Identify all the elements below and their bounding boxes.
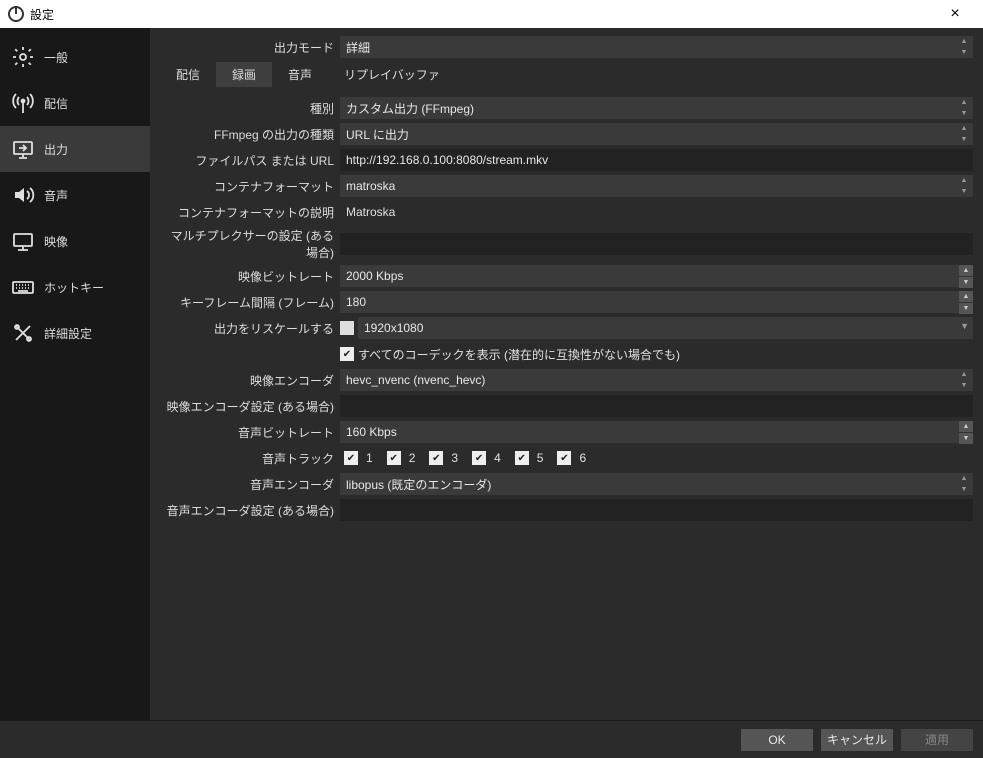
keyframe-label: キーフレーム間隔 (フレーム) bbox=[160, 294, 340, 311]
container-desc-value: Matroska bbox=[340, 203, 973, 221]
tools-icon bbox=[10, 320, 36, 346]
rescale-select[interactable]: 1920x1080▼ bbox=[358, 317, 973, 339]
abitrate-label: 音声ビットレート bbox=[160, 424, 340, 441]
track-1-checkbox[interactable]: ✔ bbox=[344, 451, 358, 465]
rescale-checkbox[interactable] bbox=[340, 321, 354, 335]
venc-select[interactable]: hevc_nvenc (nvenc_hevc)▲▼ bbox=[340, 369, 973, 391]
speaker-icon bbox=[10, 182, 36, 208]
chevron-updown-icon: ▲▼ bbox=[957, 369, 971, 391]
sidebar-item-label: 詳細設定 bbox=[44, 325, 92, 342]
gear-icon bbox=[10, 44, 36, 70]
mux-label: マルチプレクサーの設定 (ある場合) bbox=[160, 227, 340, 261]
chevron-updown-icon: ▲▼ bbox=[957, 175, 971, 197]
cancel-button[interactable]: キャンセル bbox=[821, 729, 893, 751]
track-2-checkbox[interactable]: ✔ bbox=[387, 451, 401, 465]
type-label: 種別 bbox=[160, 100, 340, 117]
sidebar-item-label: ホットキー bbox=[44, 279, 104, 296]
mux-input[interactable] bbox=[340, 233, 973, 255]
path-label: ファイルパス または URL bbox=[160, 152, 340, 169]
aenc-select[interactable]: libopus (既定のエンコーダ)▲▼ bbox=[340, 473, 973, 495]
tabs: 配信 録画 音声 リプレイバッファ bbox=[160, 62, 973, 87]
aenc-set-label: 音声エンコーダ設定 (ある場合) bbox=[160, 502, 340, 519]
ffmpeg-type-label: FFmpeg の出力の種類 bbox=[160, 126, 340, 143]
antenna-icon bbox=[10, 90, 36, 116]
venc-set-input[interactable] bbox=[340, 395, 973, 417]
stepper-icon[interactable]: ▲▼ bbox=[959, 421, 973, 443]
vbitrate-input[interactable]: 2000 Kbps▲▼ bbox=[340, 265, 973, 287]
sidebar-item-label: 出力 bbox=[44, 141, 68, 158]
chevron-updown-icon: ▲▼ bbox=[957, 123, 971, 145]
container-desc-label: コンテナフォーマットの説明 bbox=[160, 204, 340, 221]
keyboard-icon bbox=[10, 274, 36, 300]
container-select[interactable]: matroska▲▼ bbox=[340, 175, 973, 197]
monitor-icon bbox=[10, 228, 36, 254]
sidebar-item-video[interactable]: 映像 bbox=[0, 218, 150, 264]
keyframe-input[interactable]: 180▲▼ bbox=[340, 291, 973, 313]
chevron-updown-icon: ▲▼ bbox=[957, 97, 971, 119]
window-title: 設定 bbox=[30, 6, 54, 23]
vbitrate-label: 映像ビットレート bbox=[160, 268, 340, 285]
sidebar-item-general[interactable]: 一般 bbox=[0, 34, 150, 80]
ffmpeg-type-select[interactable]: URL に出力▲▼ bbox=[340, 123, 973, 145]
type-select[interactable]: カスタム出力 (FFmpeg)▲▼ bbox=[340, 97, 973, 119]
sidebar-item-stream[interactable]: 配信 bbox=[0, 80, 150, 126]
footer: OK キャンセル 適用 bbox=[0, 720, 983, 758]
chevron-down-icon: ▼ bbox=[960, 321, 969, 331]
sidebar-item-label: 配信 bbox=[44, 95, 68, 112]
stepper-icon[interactable]: ▲▼ bbox=[959, 291, 973, 313]
track-6-checkbox[interactable]: ✔ bbox=[557, 451, 571, 465]
abitrate-input[interactable]: 160 Kbps▲▼ bbox=[340, 421, 973, 443]
venc-set-label: 映像エンコーダ設定 (ある場合) bbox=[160, 398, 340, 415]
title-bar: 設定 × bbox=[0, 0, 983, 28]
show-all-label: すべてのコーデックを表示 (潜在的に互換性がない場合でも) bbox=[358, 346, 680, 363]
tab-replay[interactable]: リプレイバッファ bbox=[328, 62, 456, 87]
aenc-set-input[interactable] bbox=[340, 499, 973, 521]
sidebar-item-label: 一般 bbox=[44, 49, 68, 66]
tab-audio[interactable]: 音声 bbox=[272, 62, 328, 87]
venc-label: 映像エンコーダ bbox=[160, 372, 340, 389]
sidebar-item-label: 音声 bbox=[44, 187, 68, 204]
output-icon bbox=[10, 136, 36, 162]
track-3-checkbox[interactable]: ✔ bbox=[429, 451, 443, 465]
sidebar: 一般 配信 出力 音声 映像 ホットキー 詳細設定 bbox=[0, 28, 150, 720]
track-5-checkbox[interactable]: ✔ bbox=[515, 451, 529, 465]
container-label: コンテナフォーマット bbox=[160, 178, 340, 195]
show-all-checkbox[interactable]: ✔ bbox=[340, 347, 354, 361]
sidebar-item-label: 映像 bbox=[44, 233, 68, 250]
sidebar-item-hotkeys[interactable]: ホットキー bbox=[0, 264, 150, 310]
sidebar-item-output[interactable]: 出力 bbox=[0, 126, 150, 172]
aenc-label: 音声エンコーダ bbox=[160, 476, 340, 493]
tab-stream[interactable]: 配信 bbox=[160, 62, 216, 87]
apply-button[interactable]: 適用 bbox=[901, 729, 973, 751]
path-input[interactable]: http://192.168.0.100:8080/stream.mkv bbox=[340, 149, 973, 171]
atrack-label: 音声トラック bbox=[160, 450, 340, 467]
sidebar-item-audio[interactable]: 音声 bbox=[0, 172, 150, 218]
rescale-label: 出力をリスケールする bbox=[160, 320, 340, 337]
ok-button[interactable]: OK bbox=[741, 729, 813, 751]
close-icon[interactable]: × bbox=[935, 5, 975, 23]
chevron-updown-icon: ▲▼ bbox=[957, 473, 971, 495]
output-mode-select[interactable]: 詳細 ▲▼ bbox=[340, 36, 973, 58]
app-icon bbox=[8, 6, 24, 22]
tab-record[interactable]: 録画 bbox=[216, 62, 272, 87]
stepper-icon[interactable]: ▲▼ bbox=[959, 265, 973, 287]
chevron-updown-icon: ▲▼ bbox=[957, 36, 971, 58]
sidebar-item-advanced[interactable]: 詳細設定 bbox=[0, 310, 150, 356]
track-group: ✔1 ✔2 ✔3 ✔4 ✔5 ✔6 bbox=[340, 451, 586, 465]
track-4-checkbox[interactable]: ✔ bbox=[472, 451, 486, 465]
main-panel: 出力モード 詳細 ▲▼ 配信 録画 音声 リプレイバッファ 種別 カスタム出力 … bbox=[150, 28, 983, 720]
output-mode-label: 出力モード bbox=[160, 39, 340, 56]
